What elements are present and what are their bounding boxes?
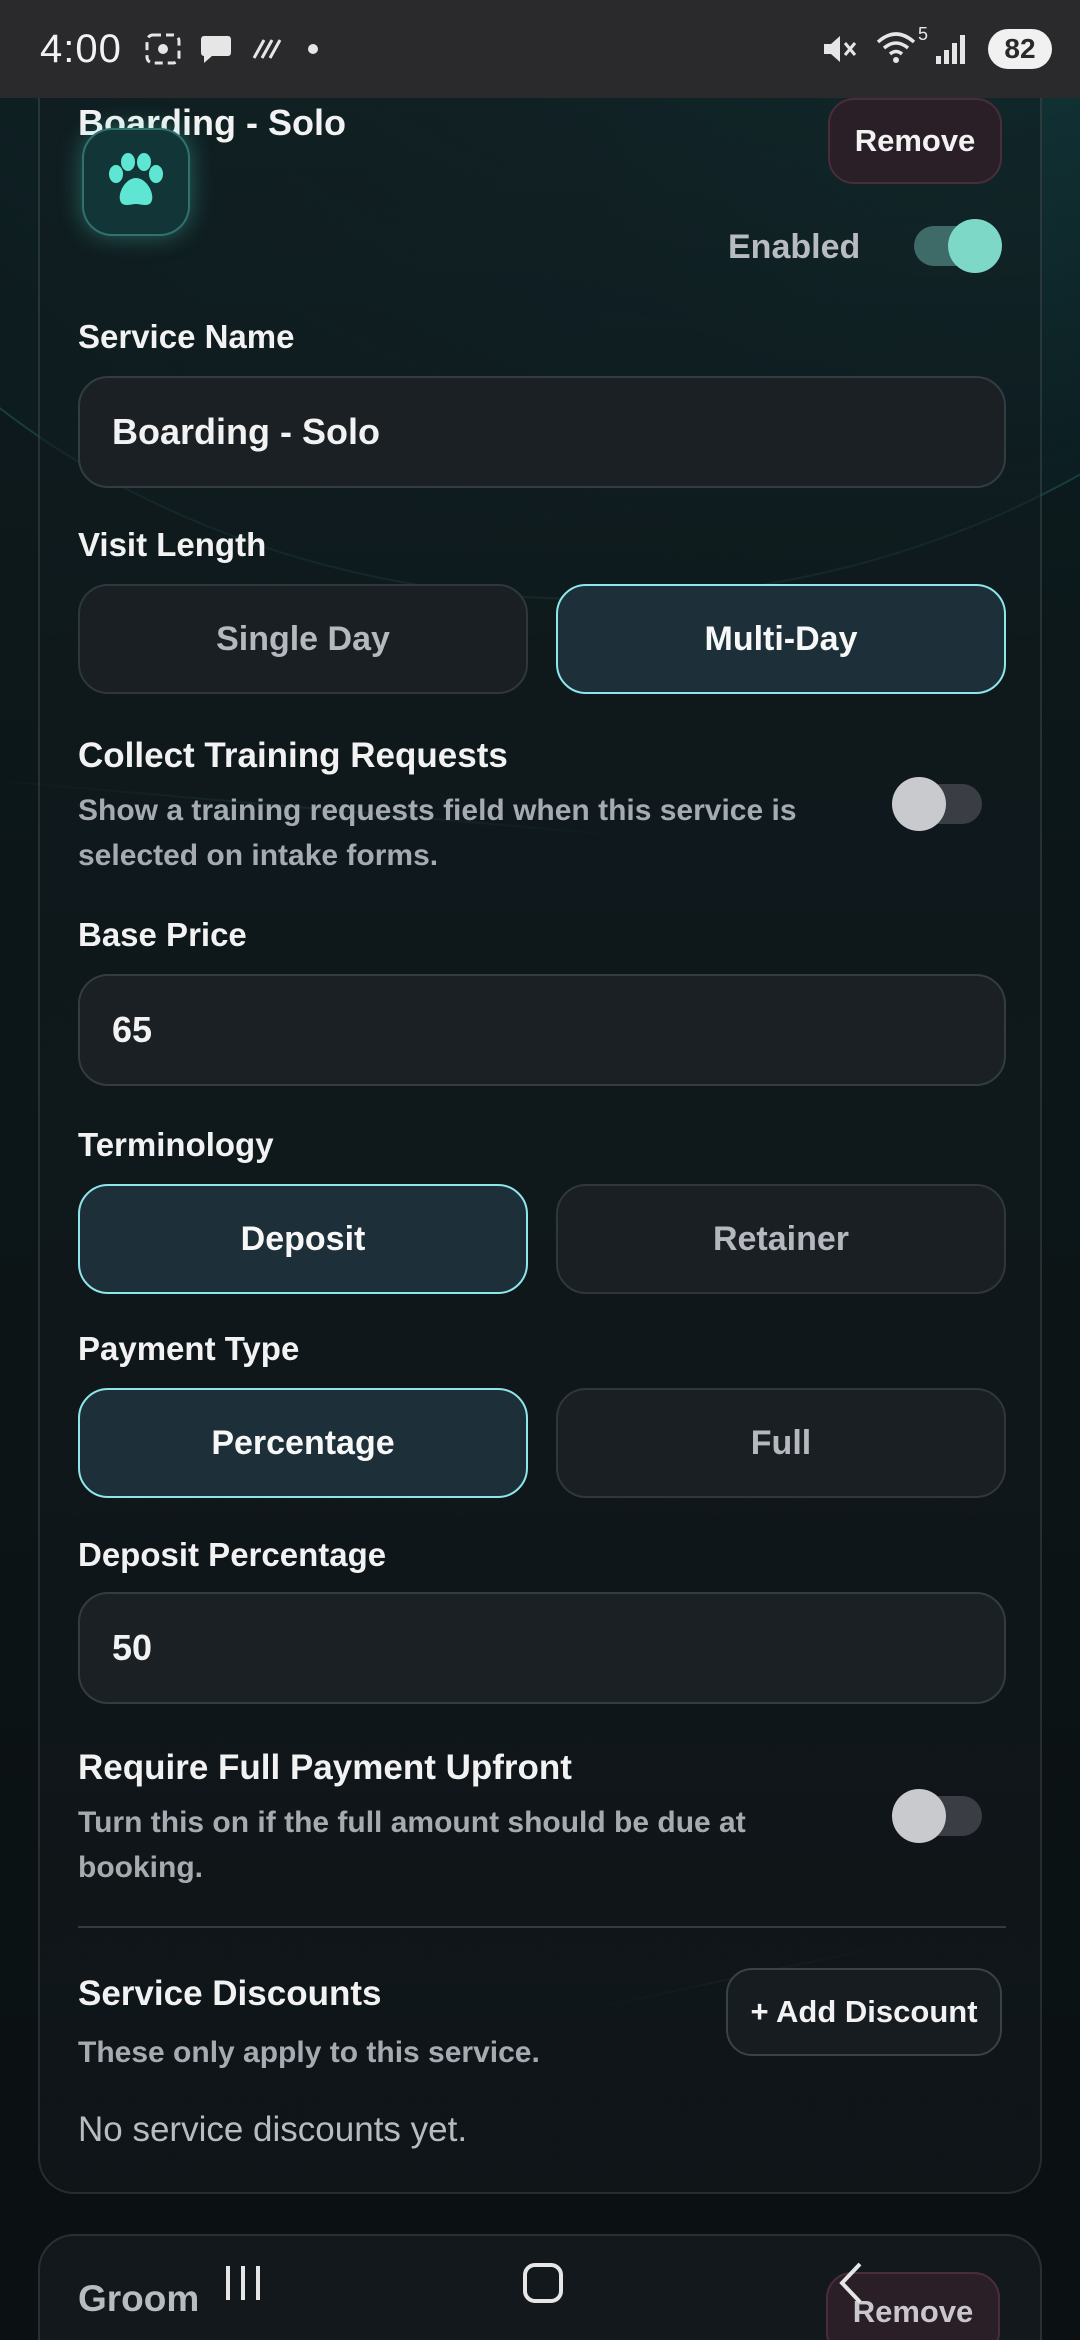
base-price-input[interactable]: 65 — [78, 974, 1006, 1086]
full-payment-upfront-description: Turn this on if the full amount should b… — [78, 1806, 746, 1884]
enabled-label: Enabled — [728, 228, 861, 266]
dnd-stripes-icon — [252, 39, 282, 59]
visit-length-label: Visit Length — [78, 526, 267, 563]
training-requests-label: Collect Training Requests — [78, 736, 508, 775]
mute-icon — [824, 36, 857, 62]
add-discount-button[interactable]: + Add Discount — [726, 1968, 1002, 2056]
remove-service-button[interactable]: Remove — [828, 98, 1002, 184]
chat-bubble-icon — [200, 36, 231, 63]
status-bar: 4:00 5 82 — [0, 0, 1080, 98]
payment-type-full[interactable]: Full — [556, 1388, 1006, 1498]
training-requests-description: Show a training requests field when this… — [78, 794, 797, 872]
full-payment-upfront-label: Require Full Payment Upfront — [78, 1748, 572, 1787]
enabled-toggle[interactable] — [914, 219, 1002, 273]
screenshot-icon — [145, 33, 181, 65]
section-divider — [78, 1926, 1006, 1928]
payment-type-percentage[interactable]: Percentage — [78, 1388, 528, 1498]
wifi-level-label: 5 — [917, 23, 928, 44]
full-payment-upfront-toggle[interactable] — [892, 1789, 982, 1843]
payment-type-label: Payment Type — [78, 1330, 300, 1367]
deposit-percentage-input[interactable]: 50 — [78, 1592, 1006, 1704]
service-discounts-label: Service Discounts — [78, 1974, 382, 2013]
service-discounts-description: These only apply to this service. — [78, 2036, 540, 2069]
base-price-label: Base Price — [78, 916, 247, 953]
visit-length-multi-day[interactable]: Multi-Day — [556, 584, 1006, 694]
deposit-percentage-label: Deposit Percentage — [78, 1536, 387, 1573]
notification-dot-icon — [307, 44, 318, 54]
battery-indicator: 82 — [988, 29, 1052, 69]
recent-apps-icon[interactable] — [220, 2260, 266, 2306]
wifi-icon — [876, 31, 916, 63]
no-discounts-text: No service discounts yet. — [78, 2110, 468, 2149]
home-icon[interactable] — [520, 2260, 566, 2306]
service-card: Boarding - Solo Remove Enabled Service N… — [38, 70, 1042, 2194]
status-time: 4:00 — [40, 26, 122, 71]
visit-length-single-day[interactable]: Single Day — [78, 584, 528, 694]
training-requests-toggle[interactable] — [892, 777, 982, 831]
service-name-input[interactable]: Boarding - Solo — [78, 376, 1006, 488]
navigation-bar — [0, 2234, 1080, 2340]
terminology-retainer[interactable]: Retainer — [556, 1184, 1006, 1294]
paw-badge — [82, 128, 190, 236]
back-icon[interactable] — [830, 2260, 876, 2306]
terminology-deposit[interactable]: Deposit — [78, 1184, 528, 1294]
service-name-label: Service Name — [78, 318, 295, 355]
paw-icon — [109, 153, 163, 205]
terminology-label: Terminology — [78, 1126, 274, 1163]
signal-icon — [936, 35, 965, 64]
